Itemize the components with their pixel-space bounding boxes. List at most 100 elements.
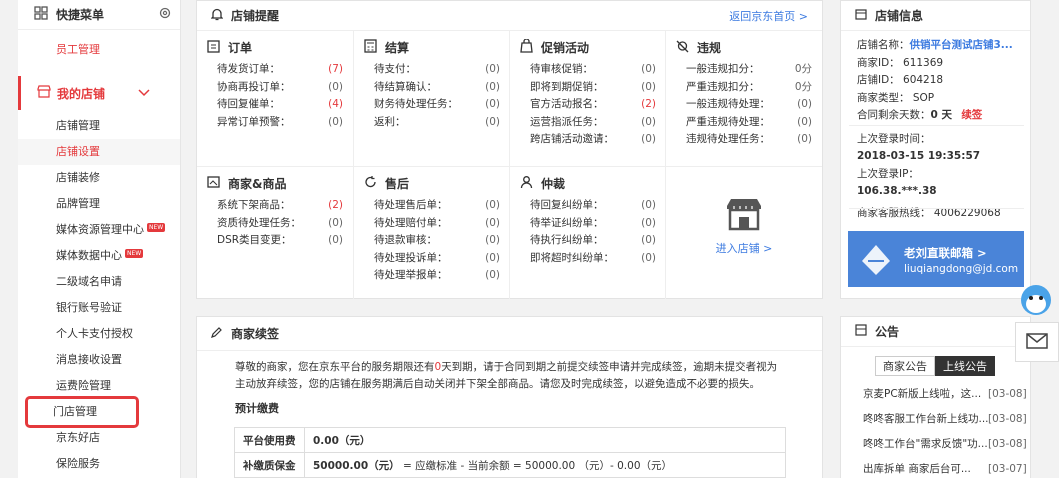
sidebar-item[interactable]: 京东好店 (18, 425, 180, 451)
sidebar-item[interactable]: 个人卡支付授权 (18, 321, 180, 347)
banner-email: liuqiangdong@jd.com (904, 263, 1019, 275)
renew-link[interactable]: 续签 (961, 109, 982, 121)
reminder-row[interactable]: 一般违规待处理： (0) (676, 96, 812, 114)
reminder-aftersale: 售后待处理售后单： (0) 待处理赔付单： (0) 待退款审核： (0) 待处理投诉单： (0… (354, 167, 510, 293)
sidebar-item[interactable]: 品牌管理 (18, 191, 180, 217)
sidebar: 快捷菜单 员工管理 我的店铺 店铺管理 店铺设置 店铺装修 品牌管理 媒体资源管理中心 N… (18, 0, 181, 478)
reminder-row[interactable]: 待处理投诉单： (0) (364, 250, 500, 268)
last-login-ip: 106.38.***.38 (857, 185, 937, 197)
reminder-row[interactable]: 异常订单预警： (0) (207, 114, 343, 132)
enter-store-link[interactable]: 进入店铺 > (716, 242, 773, 255)
gear-icon[interactable] (158, 6, 172, 23)
last-login-ip-label: 上次登录IP： (857, 167, 919, 180)
reminder-row[interactable]: 违规待处理任务： (0) (676, 131, 812, 149)
reminder-row[interactable]: 即将到期促销： (0) (520, 79, 656, 97)
store-icon (37, 85, 51, 101)
store-reminder-header: 店铺提醒 返回京东首页 > (197, 1, 822, 31)
reminder-row[interactable]: 跨店铺活动邀请： (0) (520, 131, 656, 149)
list-item[interactable]: 出库拆单 商家后台可... [03-07] (841, 457, 1030, 478)
reminder-settle: 结算 待支付： (0) 待结算确认： (0) 财务待处理任务： (0) 返利： (0) (354, 31, 510, 139)
enter-store-block[interactable]: 进入店铺 > (666, 167, 822, 297)
reminder-row[interactable]: 待回复纠纷单： (0) (520, 197, 656, 215)
reminder-row[interactable]: 待处理售后单： (0) (364, 197, 500, 215)
fee-title: 预计缴费 (235, 402, 279, 415)
ceo-mailbox-banner[interactable]: 老刘直联邮箱 > liuqiangdong@jd.com (848, 231, 1024, 287)
last-login-time: 2018-03-15 19:35:57 (857, 150, 981, 162)
sidebar-item[interactable]: 消息接收设置 (18, 347, 180, 373)
calculator-icon (364, 39, 377, 56)
clipboard-icon (207, 39, 220, 56)
reminder-row[interactable]: 严重违规待处理： (0) (676, 114, 812, 132)
reminder-row[interactable]: 待支付： (0) (364, 61, 500, 79)
list-item[interactable]: 咚咚客服工作台新上线功... [03-08] (841, 407, 1030, 432)
reminder-row[interactable]: 待发货订单： (7) (207, 61, 343, 79)
new-badge: NEW (147, 223, 166, 232)
reminder-row[interactable]: 严重违规扣分： 0分 (676, 79, 812, 97)
shopping-bag-icon (520, 38, 533, 56)
store-reminder-title: 店铺提醒 (231, 9, 280, 23)
reminder-row[interactable]: 运营指派任务： (0) (520, 114, 656, 132)
reminder-row[interactable]: 待处理赔付单： (0) (364, 215, 500, 233)
mascot-icon[interactable] (1017, 278, 1055, 321)
reminder-row[interactable]: 待执行纠纷单： (0) (520, 232, 656, 250)
reminder-row[interactable]: DSR类目变更： (0) (207, 232, 343, 250)
reminder-section-title: 仲裁 (541, 177, 566, 191)
reminder-row[interactable]: 待举证纠纷单： (0) (520, 215, 656, 233)
list-item[interactable]: 京麦PC新版上线啦，这... [03-08] (841, 382, 1030, 407)
reminder-row[interactable]: 系统下架商品： (2) (207, 197, 343, 215)
reminder-arbitration: 仲裁待回复纠纷单： (0) 待举证纠纷单： (0) 待执行纠纷单： (0) 即将超时纠纷单：… (510, 167, 666, 275)
store-name-row: 店铺名称：供销平台测试店铺3... (857, 39, 1013, 51)
announce-panel: 公告 商家公告 上线公告 京麦PC新版上线啦，这... [03-08] 咚咚客服工作… (840, 316, 1031, 478)
reminder-row[interactable]: 官方活动报名： (2) (520, 96, 656, 114)
sidebar-item[interactable]: 保险服务 (18, 451, 180, 477)
renewal-header: 商家续签 (197, 317, 822, 351)
reminder-row[interactable]: 待回复催单： (4) (207, 96, 343, 114)
reminder-row[interactable]: 资质待处理任务： (0) (207, 215, 343, 233)
reminder-row[interactable]: 财务待处理任务： (0) (364, 96, 500, 114)
reminder-row[interactable]: 待退款审核： (0) (364, 232, 500, 250)
reminder-row[interactable]: 待处理举报单： (0) (364, 267, 500, 285)
edit-icon (211, 326, 223, 341)
tab-merchant-notice[interactable]: 商家公告 (875, 356, 935, 376)
contract-days-row: 合同剩余天数：0 天 续签 (857, 109, 983, 121)
bell-icon (210, 8, 224, 24)
reminder-row[interactable]: 待审核促销： (0) (520, 61, 656, 79)
sidebar-item[interactable]: 运费险管理 (18, 373, 180, 399)
sidebar-item[interactable]: 媒体数据中心 NEW (18, 243, 180, 269)
grid-icon (34, 6, 48, 23)
reminder-row[interactable]: 协商再投订单： (0) (207, 79, 343, 97)
reminder-violation: 违规一般违规扣分： 0分 严重违规扣分： 0分 一般违规待处理： (0) 严重违规待处理：(… (666, 31, 822, 157)
reminder-section-title: 违规 (697, 41, 722, 55)
reminder-promo: 促销活动待审核促销： (0) 即将到期促销： (0) 官方活动报名： (2) 运营指派任务：… (510, 31, 666, 157)
sidebar-item[interactable]: 店铺管理 (18, 113, 180, 139)
store-name-link[interactable]: 供销平台测试店铺3... (910, 39, 1013, 51)
id-card-icon (207, 175, 220, 192)
reminder-row[interactable]: 待结算确认： (0) (364, 79, 500, 97)
reminder-row[interactable]: 一般违规扣分： 0分 (676, 61, 812, 79)
sidebar-item[interactable]: 二级域名申请 (18, 269, 180, 295)
sidebar-item[interactable]: 店铺设置 (18, 139, 180, 165)
sidebar-item[interactable]: 门店管理 (25, 396, 139, 428)
back-home-link[interactable]: 返回京东首页 > (729, 8, 808, 24)
fee-table: 平台使用费 0.00（元） 补缴质保金 50000.00（元） = 应缴标准 -… (234, 427, 786, 478)
table-row: 平台使用费 0.00（元） (234, 427, 786, 453)
calendar-icon (855, 8, 867, 23)
banner-title: 老刘直联邮箱 > (904, 246, 987, 260)
reminder-order: 订单待发货订单： (7) 协商再投订单： (0) 待回复催单： (4) 异常订单预警： (0) (197, 31, 353, 139)
message-float-button[interactable] (1015, 322, 1059, 362)
list-item[interactable]: 咚咚工作台"需求反馈"功... [03-08] (841, 432, 1030, 457)
sidebar-item[interactable]: 媒体资源管理中心 NEW (18, 217, 180, 243)
tab-launch-notice[interactable]: 上线公告 (935, 356, 995, 376)
sidebar-item-list: 店铺管理 店铺设置 店铺装修 品牌管理 媒体资源管理中心 NEW 媒体数据中心 NEW 二级域名… (18, 113, 180, 477)
sidebar-quick-employee[interactable]: 员工管理 (18, 30, 180, 70)
store-info-title: 店铺信息 (875, 9, 924, 23)
reminder-row[interactable]: 返利： (0) (364, 114, 500, 132)
reminder-row[interactable]: 即将超时纠纷单： (0) (520, 250, 656, 268)
reminder-section-title: 促销活动 (541, 41, 590, 55)
reminder-section-title: 订单 (228, 41, 253, 55)
sidebar-item[interactable]: 店铺装修 (18, 165, 180, 191)
sidebar-item[interactable]: 银行账号验证 (18, 295, 180, 321)
reminder-section-title: 售后 (385, 177, 410, 191)
last-login-time-label: 上次登录时间： (857, 132, 931, 145)
sidebar-group-my-store[interactable]: 我的店铺 (18, 76, 180, 110)
